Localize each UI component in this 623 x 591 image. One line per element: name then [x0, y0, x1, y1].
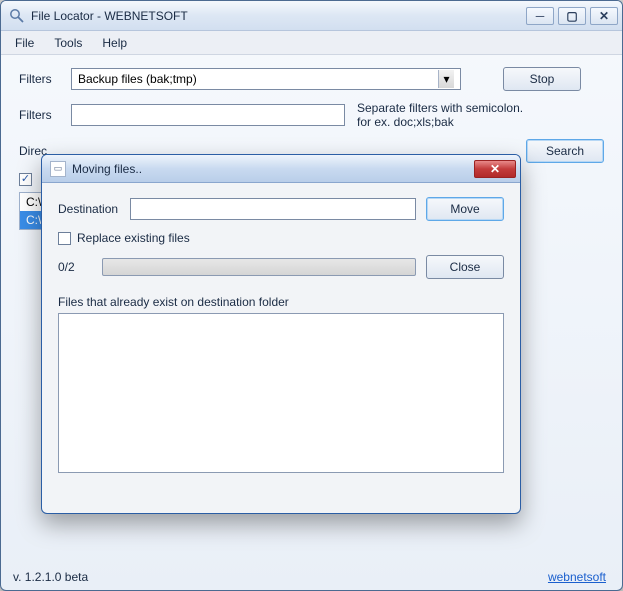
dialog-close-button[interactable]: ✕: [474, 160, 516, 178]
menu-help[interactable]: Help: [102, 36, 127, 50]
replace-checkbox[interactable]: [58, 232, 71, 245]
existing-files-box[interactable]: [58, 313, 504, 473]
dialog-titlebar[interactable]: ▭ Moving files.. ✕: [42, 155, 520, 183]
destination-label: Destination: [58, 202, 120, 216]
footer: v. 1.2.1.0 beta webnetsoft: [13, 570, 606, 584]
filters-select-value: Backup files (bak;tmp): [78, 72, 197, 86]
recursive-checkbox[interactable]: ✓: [19, 173, 32, 186]
search-button[interactable]: Search: [526, 139, 604, 163]
filters2-label: Filters: [19, 108, 71, 122]
window-title: File Locator - WEBNETSOFT: [31, 9, 188, 23]
main-window: File Locator - WEBNETSOFT ─ ▢ ✕ File Too…: [0, 0, 623, 591]
dialog-title: Moving files..: [72, 162, 142, 176]
filters-label: Filters: [19, 72, 71, 86]
filters-input[interactable]: [71, 104, 345, 126]
menu-file[interactable]: File: [15, 36, 34, 50]
window-buttons: ─ ▢ ✕: [526, 7, 618, 25]
app-icon: [9, 8, 25, 24]
chevron-down-icon: ▾: [438, 70, 454, 88]
dialog-close-btn[interactable]: Close: [426, 255, 504, 279]
destination-input[interactable]: [130, 198, 416, 220]
filters-select[interactable]: Backup files (bak;tmp) ▾: [71, 68, 461, 90]
progress-text: 0/2: [58, 260, 92, 274]
form-icon: ▭: [50, 161, 66, 177]
menu-tools[interactable]: Tools: [54, 36, 82, 50]
replace-label: Replace existing files: [77, 231, 190, 245]
webnetsoft-link[interactable]: webnetsoft: [548, 570, 606, 584]
filters-hint: Separate filters with semicolon. for ex.…: [357, 101, 537, 129]
moving-files-dialog: ▭ Moving files.. ✕ Destination Move Repl…: [41, 154, 521, 514]
version-text: v. 1.2.1.0 beta: [13, 570, 88, 584]
menubar: File Tools Help: [1, 31, 622, 55]
progress-bar: [102, 258, 416, 276]
maximize-button[interactable]: ▢: [558, 7, 586, 25]
existing-files-label: Files that already exist on destination …: [58, 295, 504, 309]
titlebar[interactable]: File Locator - WEBNETSOFT ─ ▢ ✕: [1, 1, 622, 31]
stop-button[interactable]: Stop: [503, 67, 581, 91]
close-button[interactable]: ✕: [590, 7, 618, 25]
minimize-button[interactable]: ─: [526, 7, 554, 25]
move-button[interactable]: Move: [426, 197, 504, 221]
dialog-body: Destination Move Replace existing files …: [42, 183, 520, 487]
